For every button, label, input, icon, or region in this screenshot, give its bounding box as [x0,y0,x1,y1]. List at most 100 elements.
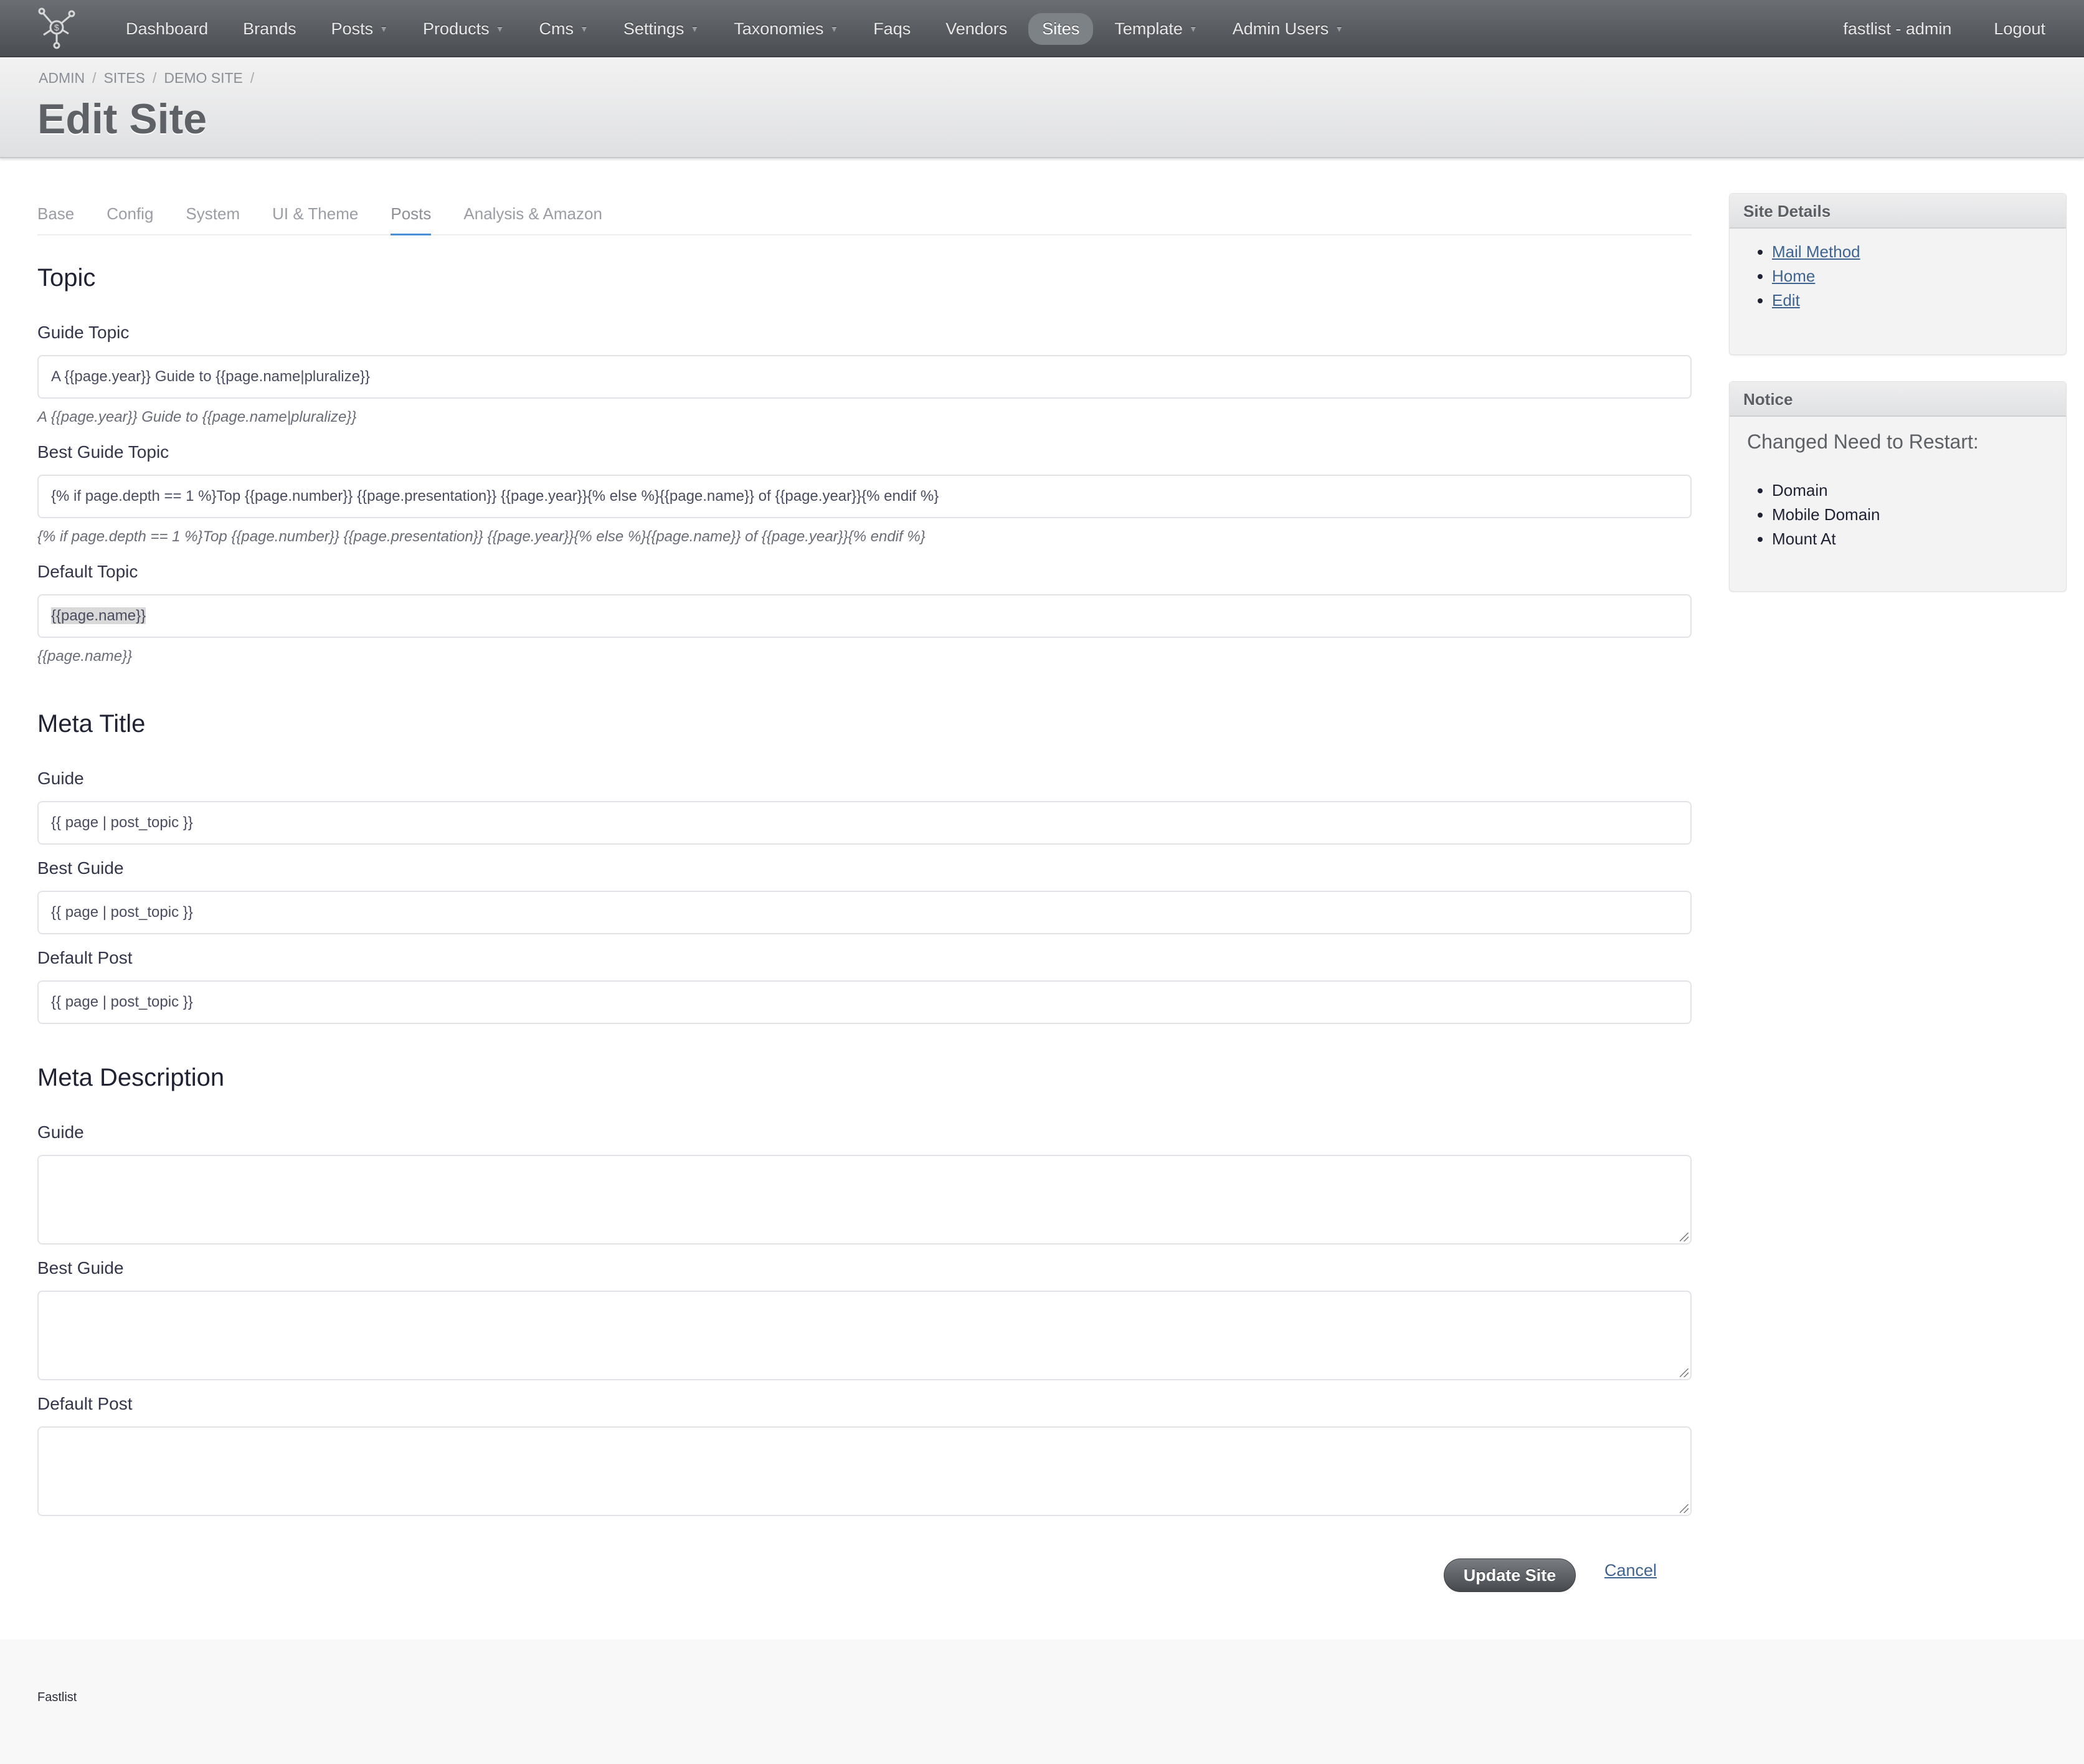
caret-down-icon: ▼ [830,24,839,34]
notice-panel: Notice Changed Need to Restart: Domain M… [1729,381,2067,592]
tab-config[interactable]: Config [107,199,153,234]
section-title-meta-title: Meta Title [37,710,146,737]
meta-description-default-post-label: Default Post [37,1394,133,1413]
nav-item-products[interactable]: Products ▼ [409,13,518,45]
nav-item-posts[interactable]: Posts ▼ [318,13,402,45]
site-details-panel: Site Details Mail Method Home Edit [1729,193,2067,355]
site-details-title: Site Details [1730,194,2066,229]
nav-item-label: Taxonomies [734,19,824,38]
caret-down-icon: ▼ [579,24,589,34]
default-topic-preview: {{page.name}} [37,648,133,665]
resize-grip-icon[interactable] [1680,1504,1689,1513]
settings-tabs: Base Config System UI & Theme Posts Analysis … [37,199,1692,235]
breadcrumb-separator: / [250,70,255,86]
nav-item-label: Faqs [873,19,911,38]
current-user-link[interactable]: fastlist - admin [1829,13,1965,45]
meta-description-default-post-textarea[interactable] [37,1426,1692,1516]
breadcrumb-separator: / [92,70,97,86]
edit-link[interactable]: Edit [1772,291,1800,310]
nav-item-admin-users[interactable]: Admin Users ▼ [1219,13,1357,45]
default-topic-label: Default Topic [37,562,138,581]
section-title-topic: Topic [37,264,96,292]
nav-item-faqs[interactable]: Faqs [860,13,924,45]
nav-item-label: Sites [1042,19,1080,38]
best-guide-topic-input[interactable]: {% if page.depth == 1 %}Top {{page.numbe… [37,475,1692,518]
nav-item-cms[interactable]: Cms ▼ [525,13,602,45]
resize-grip-icon[interactable] [1680,1233,1689,1241]
breadcrumb: ADMIN / SITES / DEMO SITE / [39,70,262,87]
nav-item-template[interactable]: Template ▼ [1101,13,1211,45]
meta-description-guide-label: Guide [37,1122,84,1142]
default-topic-selected-text: {{page.name}} [51,607,146,624]
nav-item-label: Brands [243,19,296,38]
meta-title-best-guide-input[interactable]: {{ page | post_topic }} [37,891,1692,934]
meta-description-best-guide-textarea[interactable] [37,1291,1692,1380]
nav-item-taxonomies[interactable]: Taxonomies ▼ [720,13,852,45]
page-title: Edit Site [37,95,207,143]
nav-item-label: Products [423,19,490,38]
nav-item-settings[interactable]: Settings ▼ [610,13,713,45]
breadcrumb-demo-site[interactable]: DEMO SITE [164,70,243,87]
cancel-link[interactable]: Cancel [1604,1561,1657,1580]
tab-system[interactable]: System [186,199,240,234]
update-site-button[interactable]: Update Site [1444,1558,1576,1592]
notice-title: Notice [1730,382,2066,417]
nav-item-vendors[interactable]: Vendors [932,13,1021,45]
caret-down-icon: ▼ [1335,24,1344,34]
restart-item: Mobile Domain [1772,503,2066,527]
nav-item-dashboard[interactable]: Dashboard [112,13,222,45]
page-header: ADMIN / SITES / DEMO SITE / Edit Site [0,57,2084,158]
caret-down-icon: ▼ [690,24,699,34]
resize-grip-icon[interactable] [1680,1368,1689,1377]
nav-item-label: Cms [539,19,574,38]
nav-item-sites[interactable]: Sites [1028,12,1094,45]
tab-ui-theme[interactable]: UI & Theme [272,199,358,234]
meta-description-best-guide-label: Best Guide [37,1258,124,1278]
guide-topic-input[interactable]: A {{page.year}} Guide to {{page.name|plu… [37,355,1692,399]
logout-link[interactable]: Logout [1980,13,2059,45]
caret-down-icon: ▼ [495,24,504,34]
breadcrumb-sites[interactable]: SITES [104,70,145,87]
nav-item-label: Vendors [945,19,1008,38]
breadcrumb-separator: / [152,70,157,86]
footer: Fastlist [0,1639,2084,1764]
notice-heading: Changed Need to Restart: [1747,430,1979,453]
site-details-item: Home [1772,264,2066,288]
restart-items-list: Domain Mobile Domain Mount At [1730,478,2066,551]
default-topic-input[interactable]: {{page.name}} [37,594,1692,638]
top-navbar: $ Dashboard Brands Posts ▼ Products ▼ Cms ▼ Sett… [0,0,2084,57]
home-link[interactable]: Home [1772,267,1815,285]
nav-item-brands[interactable]: Brands [229,13,310,45]
guide-topic-preview: A {{page.year}} Guide to {{page.name|plu… [37,409,357,425]
best-guide-topic-preview: {% if page.depth == 1 %}Top {{page.numbe… [37,528,926,545]
restart-item: Domain [1772,478,2066,503]
tab-base[interactable]: Base [37,199,74,234]
caret-down-icon: ▼ [379,24,389,34]
restart-item: Mount At [1772,527,2066,551]
nav-item-label: Dashboard [126,19,209,38]
tab-analysis-amazon[interactable]: Analysis & Amazon [463,199,602,234]
nav-item-label: Template [1114,19,1183,38]
site-details-links: Mail Method Home Edit [1730,229,2066,313]
best-guide-topic-label: Best Guide Topic [37,442,169,462]
meta-title-best-guide-label: Best Guide [37,858,124,878]
nav-item-label: Settings [623,19,684,38]
svg-text:$: $ [54,22,59,32]
meta-description-guide-textarea[interactable] [37,1155,1692,1245]
site-details-item: Edit [1772,288,2066,313]
meta-title-default-post-label: Default Post [37,948,133,967]
main-nav: Dashboard Brands Posts ▼ Products ▼ Cms ▼ Settin… [112,0,1365,57]
meta-title-default-post-input[interactable]: {{ page | post_topic }} [37,980,1692,1024]
mail-method-link[interactable]: Mail Method [1772,242,1860,261]
nav-item-label: Admin Users [1232,19,1329,38]
tab-posts[interactable]: Posts [391,199,432,235]
network-hub-logo-icon[interactable]: $ [35,5,78,50]
meta-title-guide-label: Guide [37,769,84,788]
guide-topic-label: Guide Topic [37,323,130,342]
footer-brand: Fastlist [37,1690,77,1704]
site-details-item: Mail Method [1772,240,2066,264]
breadcrumb-admin[interactable]: ADMIN [39,70,85,87]
caret-down-icon: ▼ [1188,24,1198,34]
section-title-meta-description: Meta Description [37,1064,225,1091]
meta-title-guide-input[interactable]: {{ page | post_topic }} [37,801,1692,845]
